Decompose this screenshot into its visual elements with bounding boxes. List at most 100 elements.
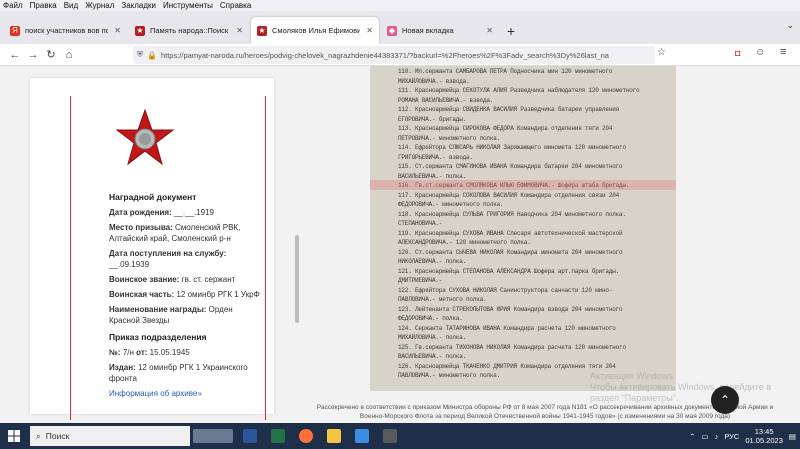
tab-favicon-icon: ◆ — [387, 25, 397, 36]
info-key: Дата поступления на службу: — [109, 249, 227, 258]
info-key: Дата рождения: — [109, 208, 172, 217]
tab-favicon-icon: ★ — [135, 25, 145, 36]
document-line: ГРИГОРЬЕВИЧА.- взвода. — [398, 153, 473, 161]
notification-icon[interactable]: ▤ — [789, 432, 796, 441]
document-line: ФЕДОРОВИЧА.- полка. — [398, 315, 463, 322]
menu-item[interactable]: Файл — [3, 0, 23, 11]
taskbar: ⌕ Поиск ⌃ ▭ ♪ РУС 13:45 01.05.2023 ▤ — [0, 423, 800, 449]
lock-icon[interactable]: 🔒 — [147, 51, 157, 60]
info-card: Наградной документ Дата рождения: __.__.… — [30, 78, 299, 420]
tab-label: поиск участников вов по фам — [25, 26, 109, 35]
document-line: ФЕДОРОВИЧА.- минометного полка. — [398, 201, 504, 208]
info-key: Воинское звание: — [109, 275, 180, 284]
new-tab-button[interactable]: + — [501, 17, 521, 44]
document-line: 111. Красноармейца СЕКОТУЛА АЛИЯ Разведч… — [398, 87, 640, 94]
info-value: 7/н — [122, 348, 134, 357]
tab-label: Смоляков Илья Ефимович : П — [272, 26, 361, 35]
clock[interactable]: 13:45 01.05.2023 — [745, 427, 783, 445]
search-icon: ⌕ — [36, 430, 41, 441]
scroll-to-top-button[interactable]: ⌃ — [711, 386, 739, 414]
decorative-line — [70, 96, 71, 420]
document-line: МИХАЙЛОВИЧА.- взвода. — [398, 77, 470, 85]
photos-icon[interactable] — [348, 423, 376, 449]
taskbar-search[interactable]: ⌕ Поиск — [30, 426, 190, 446]
close-tab-icon[interactable]: ✕ — [366, 26, 373, 35]
card-scrollbar[interactable] — [295, 235, 299, 323]
tab[interactable]: ◆ Новая вкладка ✕ — [381, 17, 499, 44]
document-line: 121. Красноармейца СТЕПАНОВА АЛЕКСАНДРА … — [398, 267, 620, 275]
back-button[interactable]: ← — [6, 49, 24, 61]
language-indicator[interactable]: РУС — [724, 432, 739, 441]
menu-item[interactable]: Правка — [30, 0, 57, 11]
section-title-order: Приказ подразделения — [109, 332, 207, 342]
watermark-line: раздел "Параметры". — [590, 393, 679, 403]
menu-item[interactable]: Журнал — [85, 0, 114, 11]
tab[interactable]: ★ Смоляков Илья Ефимович : П ✕ — [251, 17, 379, 44]
tab-favicon-icon: Я — [10, 25, 20, 36]
document-line: ВАСИЛЬЕВИЧА.- полка. — [398, 353, 467, 360]
menu-item[interactable]: Справка — [220, 0, 251, 11]
archive-document-image[interactable]: 110. Мл.сержанта САМБАРОВА ПЕТРА Подносч… — [370, 66, 676, 391]
volume-icon[interactable]: ♪ — [715, 432, 719, 441]
info-row: Воинская часть: 12 оминбр РГК 1 УкрФ — [109, 289, 264, 300]
document-line: ПАВЛОВИЧА.- минометного полка. — [398, 372, 501, 379]
close-tab-icon[interactable]: ✕ — [114, 26, 121, 35]
bookmark-star-icon[interactable]: ☆ — [657, 47, 666, 58]
info-key: Воинская часть: — [109, 290, 175, 299]
pocket-icon[interactable]: ◘ — [735, 48, 740, 58]
tab[interactable]: ★ Память народа::Поиск докум ✕ — [129, 17, 249, 44]
network-icon[interactable]: ▭ — [701, 432, 708, 441]
document-line: 123. Лейтенанта СТРЕКОПЫТОВА ЮРИЯ Команд… — [398, 305, 623, 313]
info-row: Дата рождения: __.__.1919 — [109, 207, 264, 218]
excel-icon[interactable] — [264, 423, 292, 449]
tab-list-icon[interactable]: ⌄ — [786, 20, 794, 31]
menu-item[interactable]: Инструменты — [163, 0, 213, 11]
info-key: от: — [136, 348, 148, 357]
info-key: Издан: — [109, 363, 136, 372]
system-tray: ⌃ ▭ ♪ РУС 13:45 01.05.2023 ▤ — [689, 423, 796, 449]
tab-label: Новая вкладка — [402, 26, 454, 35]
info-row: Наименование награды: Орден Красной Звез… — [109, 304, 264, 326]
document-line: 125. Гв.сержанта ТИХОНОВА НИКОЛАЯ Команд… — [398, 343, 626, 351]
windows-start-icon[interactable] — [0, 423, 28, 449]
menu-icon[interactable]: ≡ — [780, 46, 786, 58]
document-line: ПАВЛОВИЧА.- метного полка. — [398, 296, 487, 303]
watermark-line: Чтобы активировать Windows, перейдите в — [590, 382, 771, 392]
account-icon[interactable]: ☺ — [755, 47, 765, 58]
info-row: №: 7/н от: 15.05.1945 — [109, 347, 264, 358]
document-line: ВАСИЛЬЕВИЧА.- полка. — [398, 172, 467, 180]
url-text[interactable]: https://pamyat-naroda.ru/heroes/podvig-c… — [161, 51, 609, 60]
firefox-icon[interactable] — [292, 423, 320, 449]
forward-button[interactable]: → — [24, 49, 42, 61]
info-value: __.__.1919 — [173, 208, 214, 217]
info-value: 15.05.1945 — [149, 348, 190, 357]
document-line: СТЕПАНОВИЧА.- — [398, 220, 443, 227]
declassification-caption: Рассекречено в соответствии с приказом М… — [316, 404, 774, 420]
info-row: Издан: 12 оминбр РГК 1 Украинского фронт… — [109, 362, 264, 384]
menu-item[interactable]: Вид — [64, 0, 78, 11]
close-tab-icon[interactable]: ✕ — [486, 26, 493, 35]
shield-icon[interactable]: ⛨ — [137, 50, 143, 60]
address-bar[interactable]: ⛨ 🔒 https://pamyat-naroda.ru/heroes/podv… — [133, 46, 655, 64]
file-explorer-icon[interactable] — [320, 423, 348, 449]
tab[interactable]: Япоиск участников вов по фам ✕ — [4, 17, 127, 44]
sound-recorder-icon[interactable] — [376, 423, 404, 449]
info-value: __.09.1939 — [109, 260, 150, 269]
menu-item[interactable]: Закладки — [121, 0, 156, 11]
document-line: ДМИТРИЕВИЧА.- — [398, 277, 443, 284]
word-icon[interactable] — [236, 423, 264, 449]
archive-info-link[interactable]: Информация об архиве» — [109, 389, 202, 398]
chevron-up-icon[interactable]: ⌃ — [689, 432, 695, 441]
close-tab-icon[interactable]: ✕ — [236, 26, 243, 35]
info-value: 12 оминбр РГК 1 УкрФ — [176, 290, 260, 299]
document-line: 117. Красноармейца СОКОЛОВА ВАСИЛИЯ Кома… — [398, 191, 620, 199]
document-line: 114. Ефрейтора СЛЮСАРЬ НИКОЛАЯ Заряжающе… — [398, 144, 626, 151]
reload-button[interactable]: ↻ — [42, 48, 60, 61]
clock-date: 01.05.2023 — [745, 436, 783, 445]
info-key: Место призыва: — [109, 223, 173, 232]
award-rows: Дата рождения: __.__.1919 Место призыва: … — [109, 207, 264, 326]
home-button[interactable]: ⌂ — [60, 49, 78, 61]
document-line: ПЕТРОВИЧА.- минометного полка. — [398, 134, 501, 142]
info-row: Место призыва: Смоленский РВК, Алтайский… — [109, 222, 264, 244]
city-thumbnail-icon[interactable] — [190, 423, 236, 449]
